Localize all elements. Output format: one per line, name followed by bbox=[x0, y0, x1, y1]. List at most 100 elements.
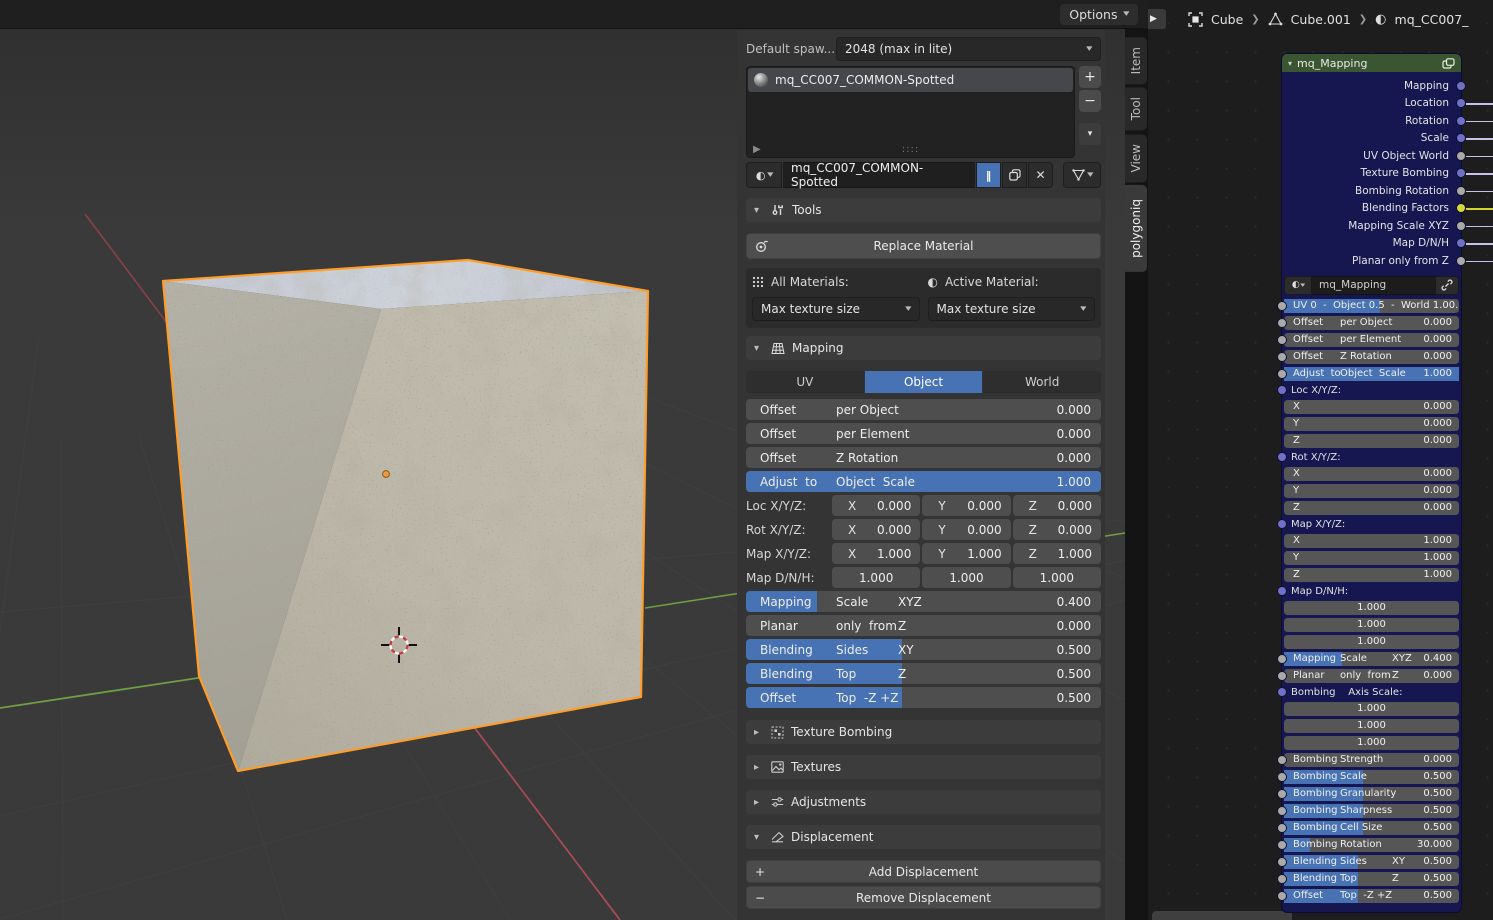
input-socket[interactable] bbox=[1277, 335, 1287, 345]
input-socket[interactable] bbox=[1277, 671, 1287, 681]
vector-field[interactable]: X0.000 bbox=[832, 519, 920, 540]
vector-field[interactable]: X0.000 bbox=[832, 495, 920, 516]
node-input-field[interactable]: Y1.000 bbox=[1284, 551, 1459, 565]
output-socket[interactable] bbox=[1456, 151, 1466, 161]
section-header-textures[interactable]: ▸Textures bbox=[746, 755, 1101, 779]
node-input-slider[interactable]: OffsetTop -Z +Z0.500 bbox=[1284, 889, 1459, 903]
input-socket[interactable] bbox=[1277, 654, 1287, 664]
all-materials-size-dropdown[interactable]: Max texture size ▾ bbox=[752, 297, 920, 321]
material-list-item[interactable]: mq_CC007_COMMON-Spotted bbox=[748, 68, 1073, 92]
node-input-slider[interactable]: BombingGranularity0.500 bbox=[1284, 787, 1459, 801]
node-input-field[interactable]: Z1.000 bbox=[1284, 568, 1459, 582]
replace-material-button[interactable]: Replace Material bbox=[746, 233, 1101, 259]
sidebar-tab-tool[interactable]: Tool bbox=[1125, 87, 1147, 130]
node-input-slider[interactable]: BombingSharpness0.500 bbox=[1284, 804, 1459, 818]
shader-node-editor[interactable]: ▶ Cube❯Cube.001❯◐mq_CC007_ ▾ mq_Mapping … bbox=[1148, 0, 1493, 920]
list-resize-grip[interactable]: :::: bbox=[902, 144, 919, 155]
node-group-link-button[interactable] bbox=[1435, 276, 1459, 295]
material-list[interactable]: mq_CC007_COMMON-Spotted ▶ :::: bbox=[746, 66, 1075, 158]
node-input-field[interactable]: Y0.000 bbox=[1284, 417, 1459, 431]
node-input-field[interactable]: X0.000 bbox=[1284, 400, 1459, 414]
node-input-field[interactable]: X0.000 bbox=[1284, 467, 1459, 481]
node-input-slider[interactable]: BombingRotation30.000 bbox=[1284, 838, 1459, 852]
vector-field[interactable]: Y0.000 bbox=[922, 495, 1010, 516]
node-input-slider[interactable]: MappingScaleXYZ0.400 bbox=[1284, 652, 1459, 666]
input-socket[interactable] bbox=[1277, 586, 1287, 596]
material-filter-button[interactable]: ▾ bbox=[1063, 162, 1101, 188]
input-socket[interactable] bbox=[1277, 840, 1287, 850]
active-material-size-dropdown[interactable]: Max texture size ▾ bbox=[928, 297, 1096, 321]
node-input-slider[interactable]: OffsetZ Rotation0.000 bbox=[1284, 350, 1459, 364]
node-input-field[interactable]: 1.000 bbox=[1284, 719, 1459, 733]
vector-field[interactable]: Y0.000 bbox=[922, 519, 1010, 540]
editor-type-icon[interactable]: ▶ bbox=[1148, 9, 1166, 29]
section-header-displacement[interactable]: ▾Displacement bbox=[746, 825, 1101, 849]
cube-object[interactable] bbox=[163, 260, 648, 771]
output-socket[interactable] bbox=[1456, 238, 1466, 248]
node-input-field[interactable]: 1.000 bbox=[1284, 702, 1459, 716]
breadcrumb-item[interactable]: Cube bbox=[1211, 12, 1243, 27]
filter-expand-icon[interactable]: ▶ bbox=[753, 144, 761, 155]
slider-offset[interactable]: OffsetTop -Z +Z0.500 bbox=[746, 687, 1101, 708]
node-input-field[interactable]: X1.000 bbox=[1284, 534, 1459, 548]
node-input-slider[interactable]: BombingStrength0.000 bbox=[1284, 753, 1459, 767]
node-mq-mapping[interactable]: ▾ mq_Mapping MappingLocationRotationScal… bbox=[1281, 53, 1462, 913]
input-socket[interactable] bbox=[1277, 385, 1287, 395]
slider-offset[interactable]: Offsetper Object0.000 bbox=[746, 399, 1101, 420]
node-input-slider[interactable]: BlendingSidesXY0.500 bbox=[1284, 855, 1459, 869]
node-input-field[interactable]: 1.000 bbox=[1284, 736, 1459, 750]
vector-field[interactable]: 1.000 bbox=[1013, 567, 1101, 588]
input-socket[interactable] bbox=[1277, 789, 1287, 799]
options-button[interactable]: Options ▾ bbox=[1060, 4, 1138, 25]
input-socket[interactable] bbox=[1277, 772, 1287, 782]
slider-adjust-to[interactable]: Adjust toObject Scale1.000 bbox=[746, 471, 1101, 492]
input-socket[interactable] bbox=[1277, 874, 1287, 884]
node-input-slider[interactable]: Adjust toObject Scale1.000 bbox=[1284, 367, 1459, 381]
input-socket[interactable] bbox=[1277, 452, 1287, 462]
slider-planar[interactable]: Planaronly fromZ0.000 bbox=[746, 615, 1101, 636]
input-socket[interactable] bbox=[1277, 318, 1287, 328]
input-socket[interactable] bbox=[1277, 755, 1287, 765]
slider-blending[interactable]: BlendingSidesXY0.500 bbox=[746, 639, 1101, 660]
slider-offset[interactable]: OffsetZ Rotation0.000 bbox=[746, 447, 1101, 468]
slider-offset[interactable]: Offsetper Element0.000 bbox=[746, 423, 1101, 444]
output-socket[interactable] bbox=[1456, 133, 1466, 143]
default-spawn-dropdown[interactable]: 2048 (max in lite) ▾ bbox=[836, 37, 1101, 61]
mapping-mode-tab-object[interactable]: Object bbox=[865, 371, 983, 393]
button-add-displacement[interactable]: +Add Displacement bbox=[746, 860, 1101, 883]
node-input-slider[interactable]: UV 0 - Object 0.5 - World 1.00.500 bbox=[1284, 299, 1459, 313]
fake-user-toggle[interactable]: ‖ bbox=[976, 162, 1001, 188]
slider-mapping[interactable]: MappingScaleXYZ0.400 bbox=[746, 591, 1101, 612]
output-socket[interactable] bbox=[1456, 256, 1466, 266]
vector-field[interactable]: Z0.000 bbox=[1013, 495, 1101, 516]
node-input-slider[interactable]: Planaronly fromZ0.000 bbox=[1284, 669, 1459, 683]
remove-material-button[interactable]: − bbox=[1079, 90, 1101, 112]
node-input-field[interactable]: 1.000 bbox=[1284, 635, 1459, 649]
node-input-slider[interactable]: BombingCell Size0.500 bbox=[1284, 821, 1459, 835]
vector-field[interactable]: Z0.000 bbox=[1013, 519, 1101, 540]
node-header[interactable]: ▾ mq_Mapping bbox=[1282, 54, 1461, 72]
node-input-field[interactable]: Z0.000 bbox=[1284, 501, 1459, 515]
vector-field[interactable]: Z1.000 bbox=[1013, 543, 1101, 564]
output-socket[interactable] bbox=[1456, 203, 1466, 213]
vector-field[interactable]: X1.000 bbox=[832, 543, 920, 564]
copy-material-button[interactable] bbox=[1002, 162, 1027, 188]
material-browse-button[interactable]: ◐▾ bbox=[746, 162, 782, 188]
input-socket[interactable] bbox=[1277, 687, 1287, 697]
button-remove-displacement[interactable]: −Remove Displacement bbox=[746, 886, 1101, 909]
breadcrumb-item[interactable]: Cube.001 bbox=[1291, 12, 1351, 27]
node-input-slider[interactable]: BombingScale0.500 bbox=[1284, 770, 1459, 784]
output-socket[interactable] bbox=[1456, 168, 1466, 178]
sidebar-tab-view[interactable]: View bbox=[1125, 134, 1147, 182]
mapping-mode-tab-world[interactable]: World bbox=[983, 371, 1101, 393]
node-input-slider[interactable]: BlendingTopZ0.500 bbox=[1284, 872, 1459, 886]
node-input-field[interactable]: 1.000 bbox=[1284, 618, 1459, 632]
input-socket[interactable] bbox=[1277, 891, 1287, 901]
sidebar-tab-polygoniq[interactable]: polygoniq bbox=[1125, 185, 1147, 272]
section-header-adjustments[interactable]: ▸Adjustments bbox=[746, 790, 1101, 814]
input-socket[interactable] bbox=[1277, 301, 1287, 311]
node-input-slider[interactable]: Offsetper Element0.000 bbox=[1284, 333, 1459, 347]
output-socket[interactable] bbox=[1456, 186, 1466, 196]
output-socket[interactable] bbox=[1456, 81, 1466, 91]
vector-field[interactable]: 1.000 bbox=[832, 567, 920, 588]
